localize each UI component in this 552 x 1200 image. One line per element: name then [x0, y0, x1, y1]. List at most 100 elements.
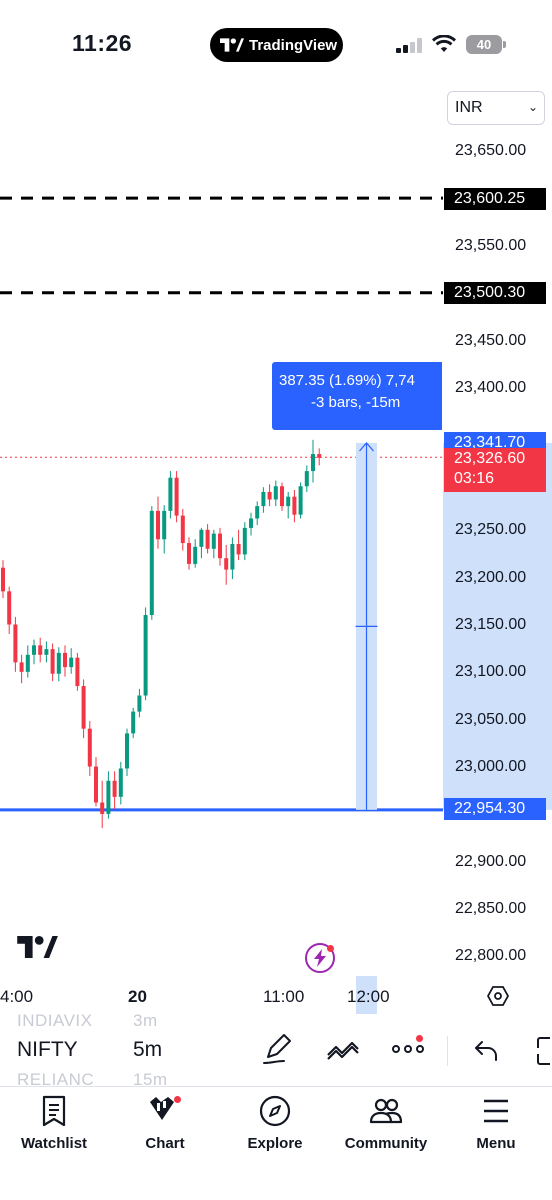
undo-icon[interactable] — [474, 1040, 498, 1062]
chevron-down-icon: ⌄ — [527, 100, 538, 114]
candle-body — [168, 477, 173, 511]
candle-body — [156, 510, 160, 540]
candle-body — [50, 649, 55, 674]
candle-body — [162, 510, 167, 540]
candle-body — [280, 486, 284, 507]
currency-value: INR — [455, 99, 483, 116]
candle-body — [32, 645, 36, 655]
toolbar-divider — [447, 1036, 448, 1066]
more-options-icon[interactable] — [392, 1042, 424, 1056]
ghost-interval-below: 15m — [133, 1070, 168, 1089]
notification-dot — [174, 1096, 181, 1103]
nav-community[interactable]: Community — [342, 1094, 430, 1164]
candle-body — [261, 491, 266, 507]
candle-body — [298, 486, 303, 515]
candle-body — [1, 567, 5, 592]
price-tick: 23,050.00 — [455, 711, 527, 728]
drawing-pen-icon[interactable] — [262, 1033, 294, 1065]
bar-countdown: 03:16 — [454, 470, 495, 487]
price-tick: 22,850.00 — [455, 900, 527, 917]
candle-body — [149, 510, 154, 616]
horizontal-line-label[interactable]: 23,500.30 — [444, 282, 546, 304]
candle-body — [230, 544, 235, 570]
menu-icon — [484, 1099, 508, 1123]
candle-body — [7, 591, 12, 625]
candle-body — [199, 529, 204, 547]
last-price-value: 23,326.60 — [454, 450, 526, 467]
last-price-label: 23,326.60 03:16 — [444, 448, 546, 492]
nav-chart[interactable]: Chart — [136, 1094, 194, 1164]
nav-explore[interactable]: Explore — [240, 1094, 310, 1164]
candle-body — [205, 529, 210, 549]
candle-body — [304, 471, 309, 487]
notification-dot — [416, 1035, 423, 1042]
candle-body — [174, 477, 179, 516]
price-tick: 22,900.00 — [455, 853, 527, 870]
nav-watchlist[interactable]: Watchlist — [17, 1094, 91, 1164]
candle-body — [69, 657, 74, 668]
price-tick: 23,550.00 — [455, 237, 527, 254]
candle-body — [38, 645, 43, 655]
interval-selector[interactable]: 5m — [133, 1038, 162, 1062]
chart-settings-icon[interactable] — [487, 985, 509, 1007]
candle-body — [100, 802, 105, 814]
candle-body — [56, 652, 61, 674]
ghost-symbol-above: INDIAVIX — [17, 1011, 93, 1030]
nav-divider — [0, 1086, 552, 1087]
candle-body — [249, 518, 253, 528]
candle-body — [180, 515, 185, 544]
symbol-selector[interactable]: NIFTY — [17, 1038, 78, 1062]
candle-body — [112, 780, 117, 797]
horizontal-line-label[interactable]: 23,600.25 — [444, 188, 546, 210]
candle-body — [75, 657, 80, 687]
candle-body — [236, 544, 241, 555]
candle-body — [13, 624, 18, 663]
measure-tooltip: 387.35 (1.69%) 7,74 -3 bars, -15m — [272, 362, 442, 430]
support-line-label[interactable]: 22,954.30 — [444, 798, 546, 820]
time-tick: 4:00 — [0, 987, 34, 1006]
candle-body — [317, 454, 322, 458]
currency-select[interactable]: INR ⌄ — [447, 91, 545, 125]
candle-body — [292, 496, 297, 515]
candle-body — [125, 733, 129, 769]
price-tick: 23,650.00 — [455, 142, 527, 159]
candle-body — [81, 686, 86, 729]
price-tick: 23,250.00 — [455, 521, 527, 538]
time-tick: 12:00 — [347, 987, 390, 1006]
price-tick: 23,000.00 — [455, 758, 527, 775]
tradingview-watermark-icon[interactable] — [16, 936, 58, 958]
notification-dot — [327, 945, 334, 952]
candle-body — [63, 652, 67, 668]
candle-body — [25, 654, 30, 672]
candle-body — [143, 615, 148, 696]
candle-body — [311, 454, 315, 472]
candle-body — [255, 506, 260, 519]
candle-body — [193, 546, 198, 564]
candle-body — [94, 766, 98, 803]
nav-label: Menu — [476, 1135, 516, 1152]
candle-body — [267, 491, 272, 500]
candle-body — [218, 533, 222, 559]
nav-label: Explore — [247, 1135, 303, 1152]
nav-menu[interactable]: Menu — [472, 1094, 520, 1164]
nav-label: Watchlist — [20, 1135, 88, 1152]
candle-body — [131, 711, 136, 734]
ghost-interval-above: 3m — [133, 1011, 158, 1030]
candle-body — [106, 780, 111, 814]
candle-body — [137, 695, 142, 712]
candle-body — [44, 649, 49, 655]
indicators-icon[interactable] — [326, 1033, 360, 1065]
price-tick: 23,200.00 — [455, 569, 527, 586]
candle-body — [242, 527, 247, 555]
candle-body — [187, 543, 191, 564]
candle-body — [87, 728, 92, 767]
time-tick: 20 — [128, 987, 147, 1006]
price-tick: 23,150.00 — [455, 616, 527, 633]
fullscreen-icon[interactable] — [536, 1036, 552, 1066]
candle-body — [118, 768, 123, 797]
price-tick: 23,400.00 — [455, 379, 527, 396]
price-tick: 22,800.00 — [455, 947, 527, 964]
nav-label: Community — [344, 1135, 428, 1152]
community-icon — [369, 1098, 403, 1124]
ghost-symbol-below: RELIANC — [17, 1070, 95, 1089]
